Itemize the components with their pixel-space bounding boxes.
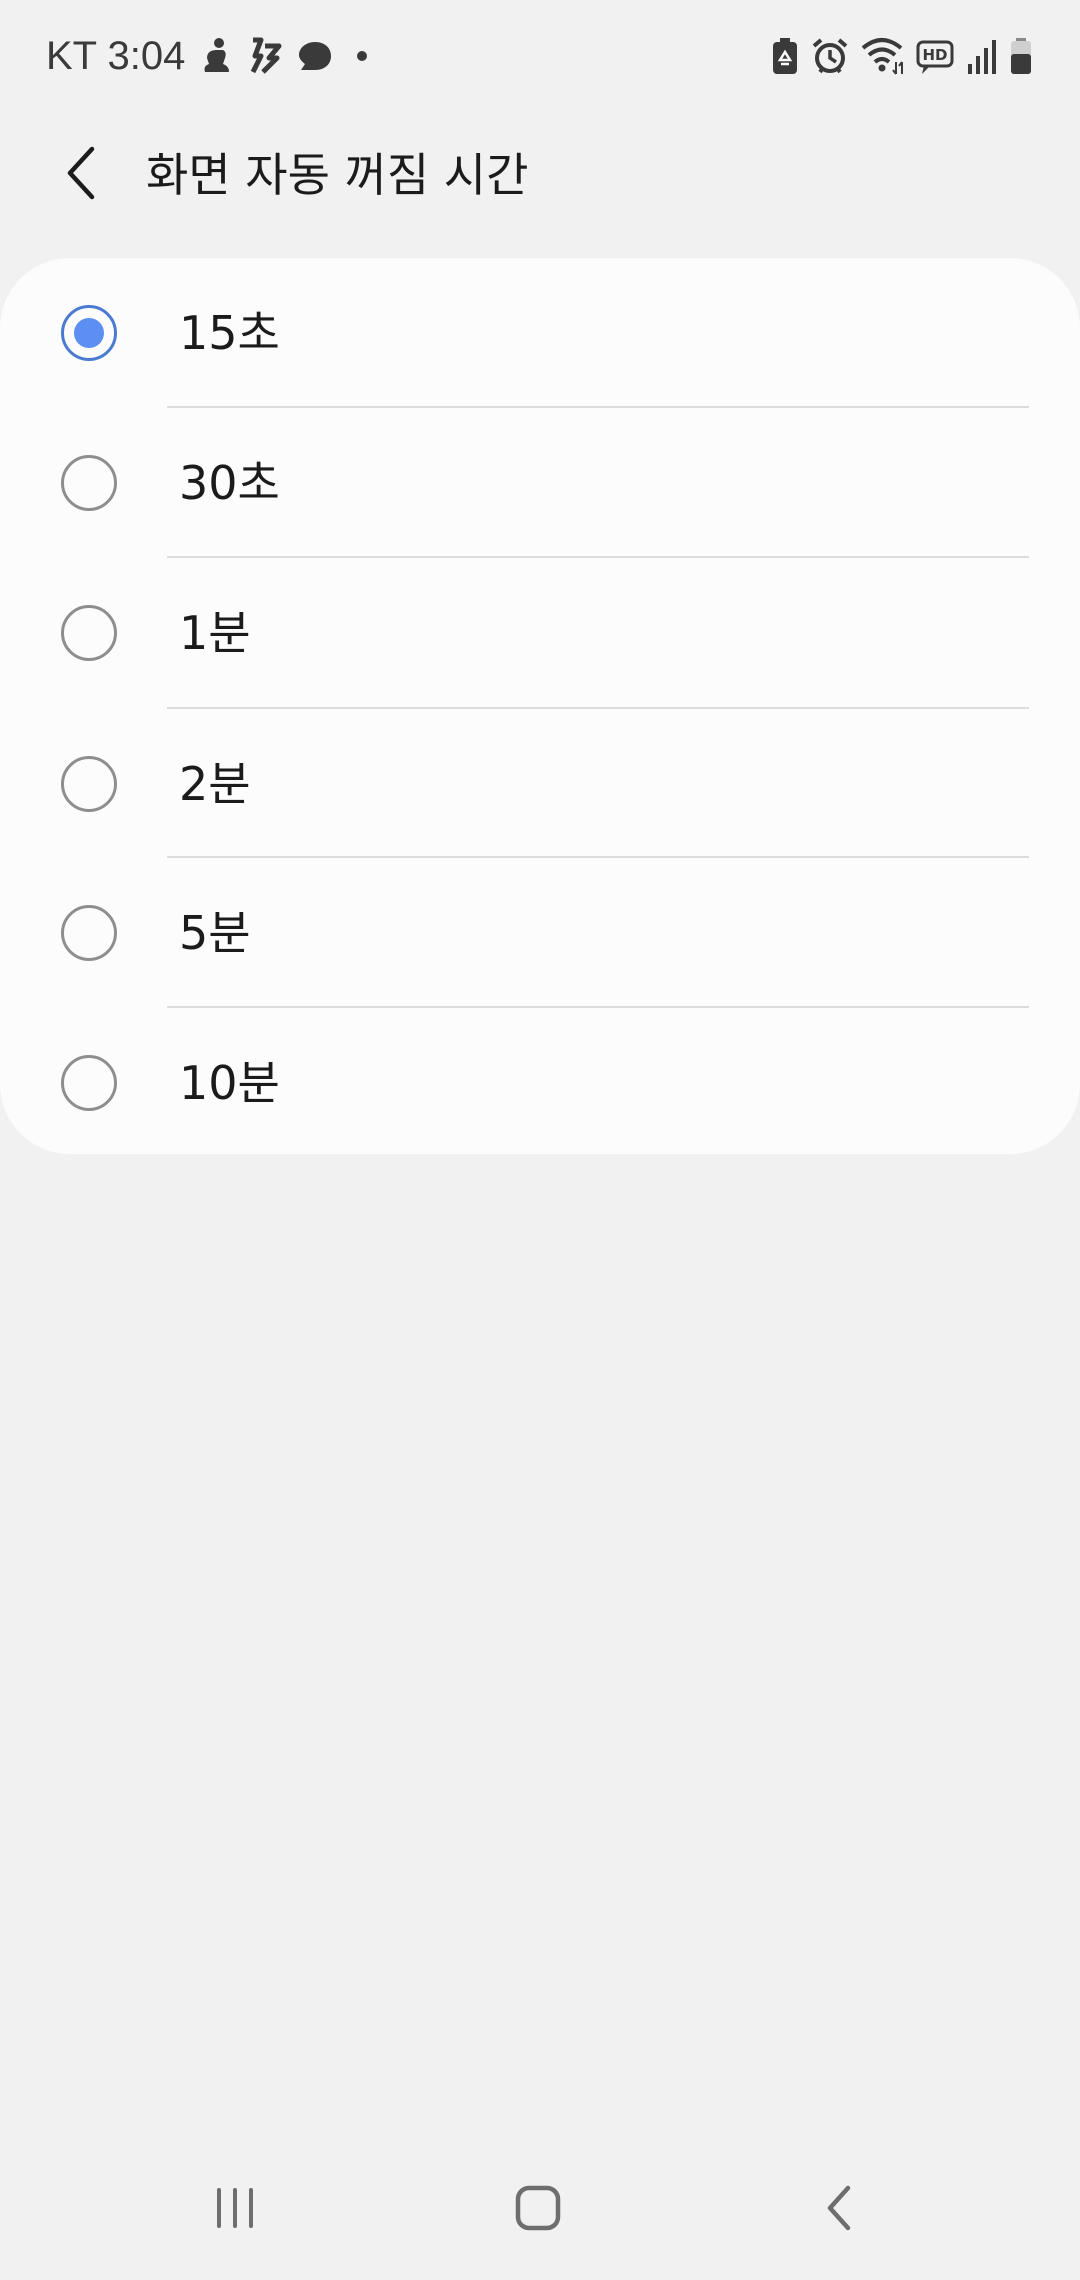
options-card: 15초 30초 1분 2분 5분 10분 bbox=[0, 258, 1080, 1154]
option-label: 5분 bbox=[179, 906, 251, 960]
chevron-left-icon bbox=[62, 143, 102, 207]
hd-label: HD bbox=[922, 46, 947, 64]
home-button[interactable] bbox=[458, 2140, 618, 2280]
navigation-bar bbox=[0, 2140, 1080, 2280]
option-10-minutes[interactable]: 10분 bbox=[0, 1008, 1080, 1158]
radio-button[interactable] bbox=[61, 756, 117, 812]
option-label: 30초 bbox=[179, 456, 280, 510]
option-label: 15초 bbox=[179, 306, 280, 360]
wifi-icon bbox=[860, 36, 906, 76]
option-30-seconds[interactable]: 30초 bbox=[0, 408, 1080, 558]
option-1-minute[interactable]: 1분 bbox=[0, 558, 1080, 708]
option-label: 2분 bbox=[179, 757, 251, 811]
back-button[interactable] bbox=[44, 130, 120, 220]
page-title: 화면 자동 꺼짐 시간 bbox=[146, 148, 529, 202]
option-2-minutes[interactable]: 2분 bbox=[0, 709, 1080, 859]
hd-voice-icon: HD bbox=[916, 36, 956, 76]
battery-icon bbox=[1008, 36, 1034, 76]
dot-icon bbox=[347, 41, 377, 71]
nav-back-button[interactable] bbox=[760, 2140, 920, 2280]
signal-icon bbox=[966, 36, 998, 76]
battery-saver-icon bbox=[770, 36, 800, 76]
radio-button-selected[interactable] bbox=[61, 305, 117, 361]
radio-button[interactable] bbox=[61, 605, 117, 661]
no-flash-icon bbox=[247, 36, 283, 76]
chat-bubble-icon bbox=[297, 38, 333, 74]
option-15-seconds[interactable]: 15초 bbox=[0, 258, 1080, 408]
option-5-minutes[interactable]: 5분 bbox=[0, 858, 1080, 1008]
status-left: KT 3:04 bbox=[46, 28, 377, 84]
app-header: 화면 자동 꺼짐 시간 bbox=[0, 110, 1080, 260]
option-label: 1분 bbox=[179, 606, 251, 660]
radio-button[interactable] bbox=[61, 455, 117, 511]
status-right: HD bbox=[770, 30, 1034, 82]
recent-apps-icon bbox=[213, 2186, 257, 2234]
carrier-time: KT 3:04 bbox=[46, 33, 186, 78]
option-label: 10분 bbox=[179, 1056, 280, 1110]
status-bar: KT 3:04 HD bbox=[0, 0, 1080, 110]
recent-apps-button[interactable] bbox=[155, 2140, 315, 2280]
radio-button[interactable] bbox=[61, 905, 117, 961]
home-icon bbox=[514, 2184, 562, 2236]
back-icon bbox=[822, 2184, 858, 2236]
alarm-icon bbox=[810, 36, 850, 76]
radio-button[interactable] bbox=[61, 1055, 117, 1111]
figure-icon bbox=[199, 36, 233, 76]
